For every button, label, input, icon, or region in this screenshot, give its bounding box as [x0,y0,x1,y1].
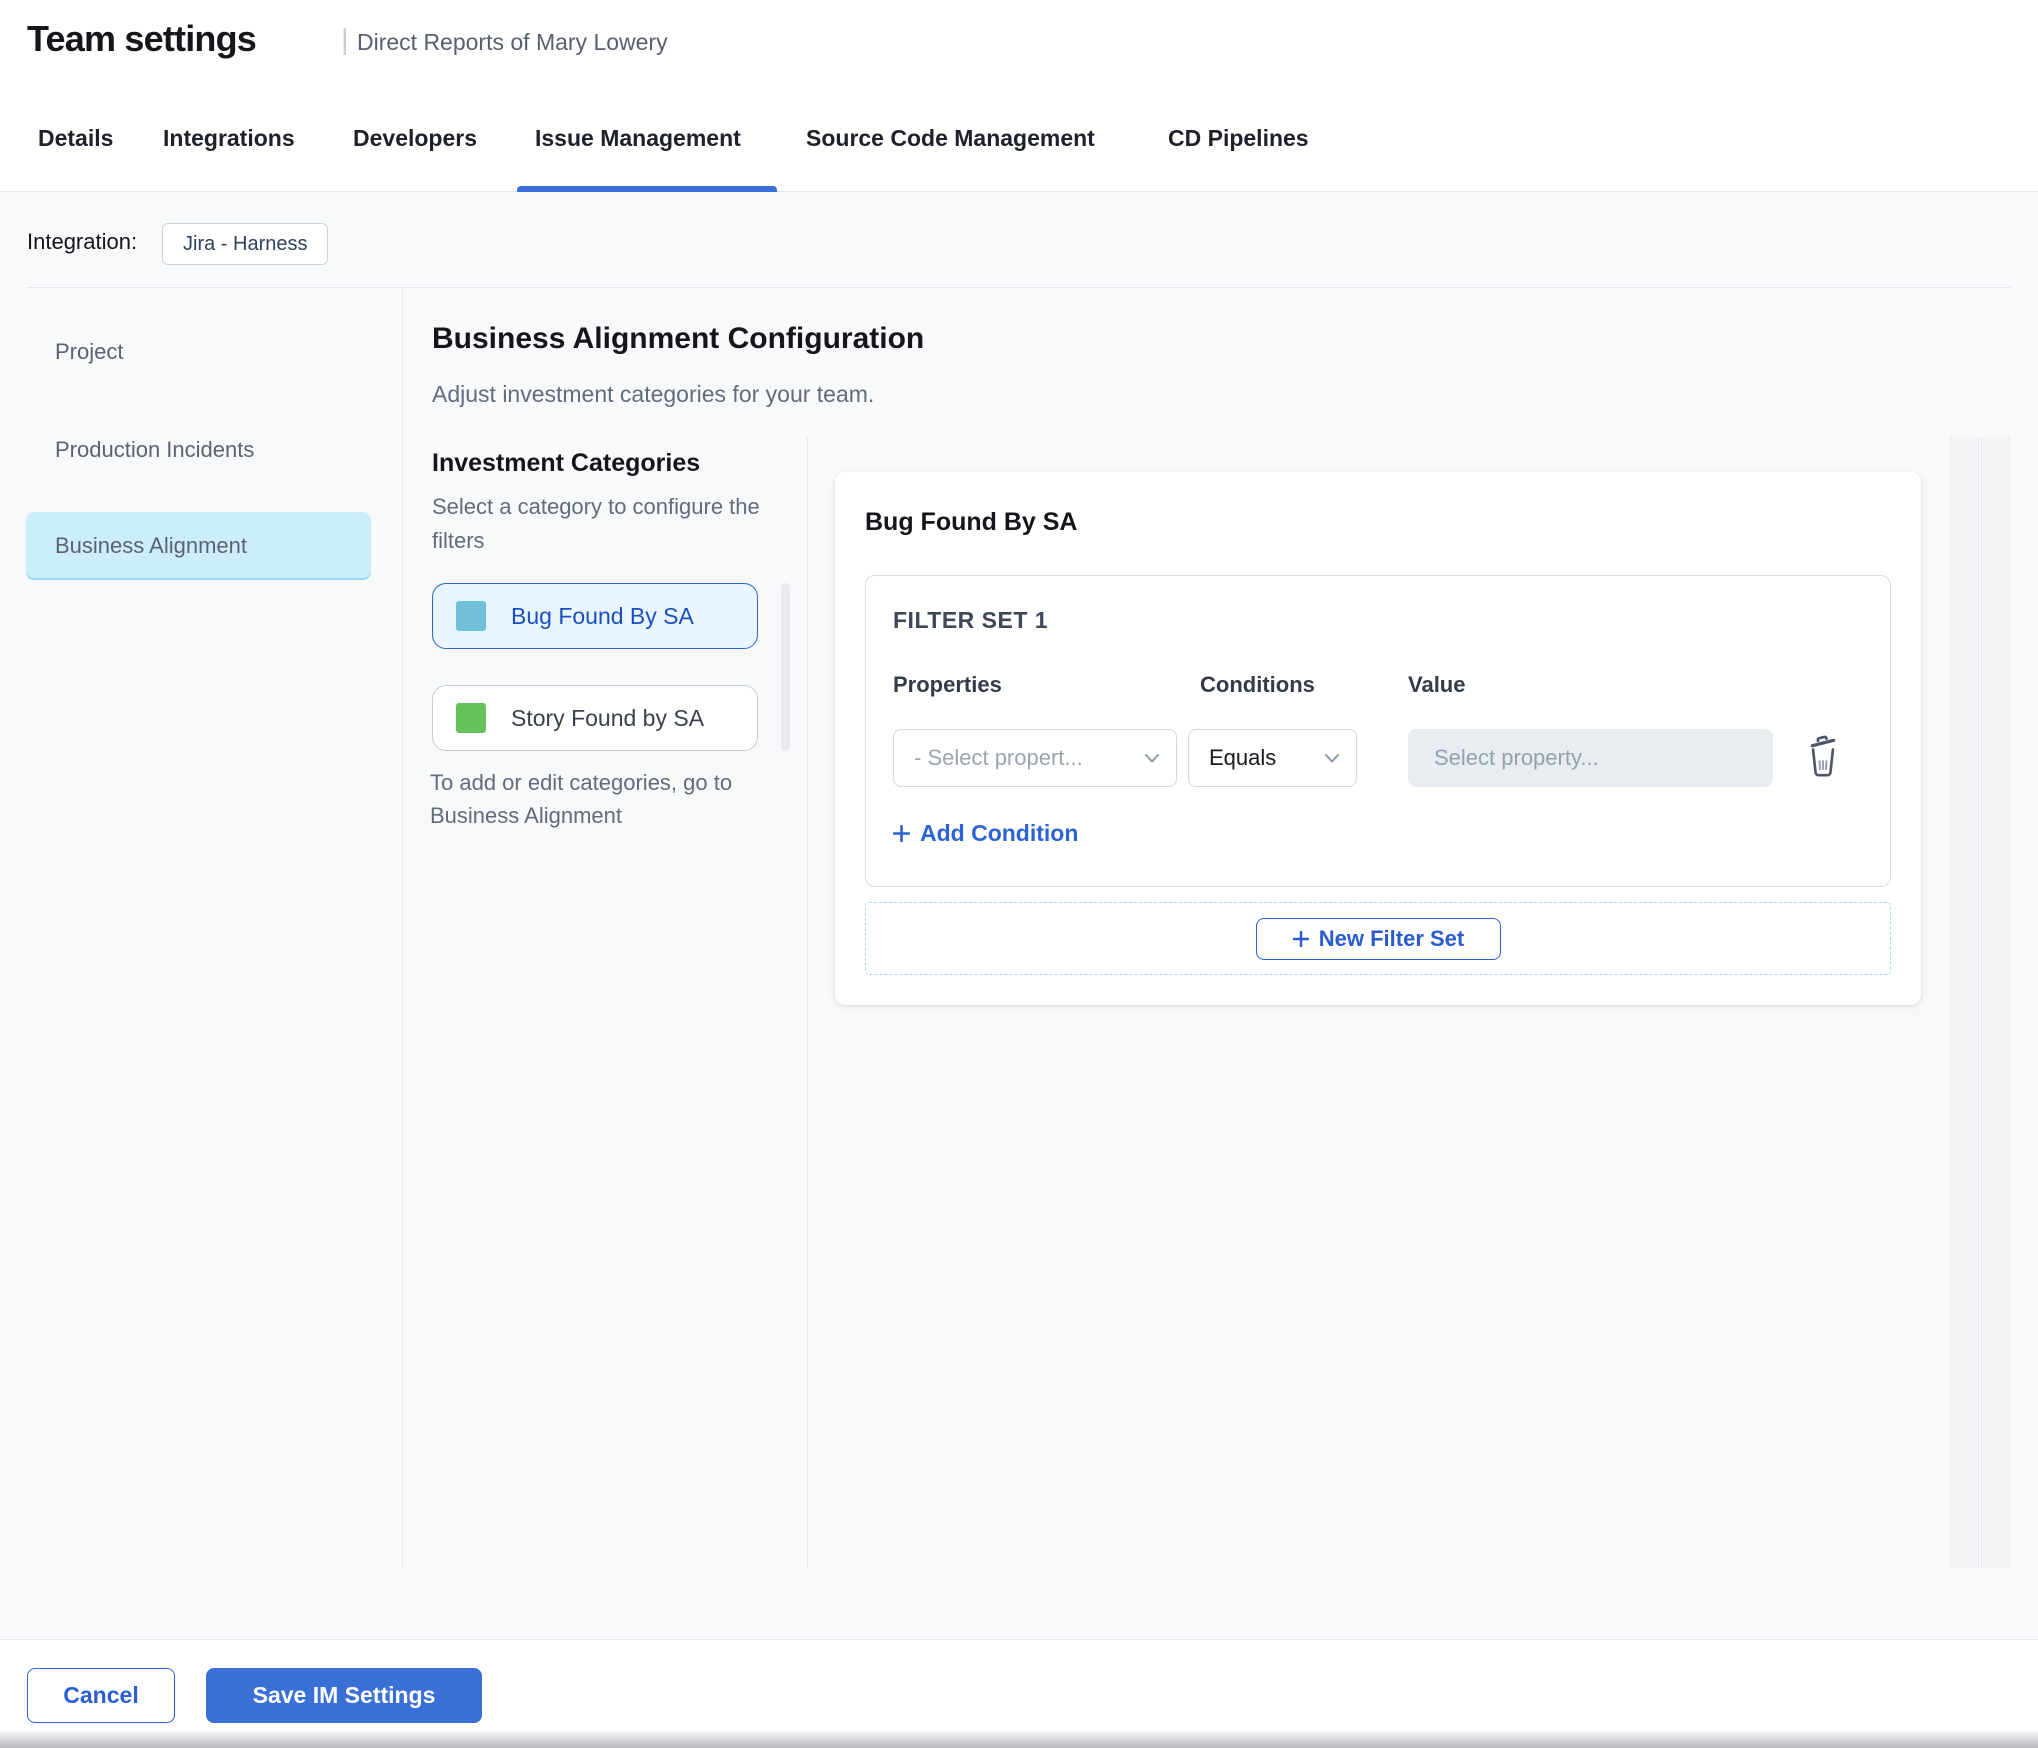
sidebar-item-production-incidents[interactable]: Production Incidents [55,436,254,464]
tab-integrations[interactable]: Integrations [163,85,295,191]
save-im-settings-button[interactable]: Save IM Settings [206,1668,482,1723]
property-select-value: - Select propert... [914,745,1083,770]
tab-details[interactable]: Details [38,85,113,191]
value-input[interactable] [1408,729,1773,787]
categories-note: To add or edit categories, go to Busines… [430,766,790,832]
filter-set-label: FILTER SET 1 [893,607,1049,633]
investment-categories-title: Investment Categories [432,449,701,477]
sidebar-item-business-alignment[interactable]: Business Alignment [55,532,247,560]
category-color-swatch [456,703,486,733]
sidebar-divider [402,287,403,1568]
category-story-found-by-sa[interactable]: Story Found by SA [432,685,758,751]
categories-note-line1: To add or edit categories, go to [430,770,733,795]
cancel-button[interactable]: Cancel [27,1668,175,1723]
chevron-down-icon [1324,753,1340,764]
right-panel-gutter [1981,437,2010,1568]
add-condition-label: Add Condition [920,820,1079,846]
tab-issue-management[interactable]: Issue Management [535,85,741,191]
tab-developers[interactable]: Developers [353,85,477,191]
chevron-down-icon [1144,753,1160,764]
condition-select[interactable]: Equals [1188,729,1357,787]
plus-icon [893,825,910,842]
category-label: Bug Found By SA [511,602,694,629]
tab-source-code-management[interactable]: Source Code Management [806,85,1095,191]
categories-note-line2: Business Alignment [430,803,622,828]
tab-cd-pipelines[interactable]: CD Pipelines [1168,85,1309,191]
integration-label: Integration: [27,229,138,254]
new-filter-set-button[interactable]: New Filter Set [1256,918,1501,960]
column-label-conditions: Conditions [1200,672,1315,697]
column-label-value: Value [1408,672,1466,697]
tab-bar: Details Integrations Developers Issue Ma… [0,85,2038,192]
config-card-title: Bug Found By SA [865,508,1078,536]
section-heading: Business Alignment Configuration [432,322,925,355]
new-filter-set-label: New Filter Set [1318,926,1465,951]
integration-chip[interactable]: Jira - Harness [162,223,329,265]
section-subheading: Adjust investment categories for your te… [432,381,875,407]
right-panel-gutter [1950,437,1979,1568]
integration-row-divider [27,287,2011,288]
plus-icon [1292,931,1309,947]
title-separator: | [341,24,349,56]
page-subtitle: Direct Reports of Mary Lowery [357,29,668,55]
delete-condition-button[interactable] [1804,731,1844,781]
category-list-scrollbar[interactable] [781,583,790,751]
investment-categories-description: Select a category to configure the filte… [432,494,760,553]
page-title: Team settings [27,18,257,59]
category-color-swatch [456,601,486,631]
add-condition-button[interactable]: Add Condition [893,820,1078,847]
bottom-edge-shadow [0,1729,2038,1748]
column-label-properties: Properties [893,672,1002,697]
sidebar-item-project[interactable]: Project [55,338,123,366]
category-bug-found-by-sa[interactable]: Bug Found By SA [432,583,758,649]
property-select[interactable]: - Select propert... [893,729,1177,787]
team-settings-page: Team settings | Direct Reports of Mary L… [0,0,2038,1748]
categories-divider [807,437,808,1568]
trash-icon [1804,733,1844,779]
category-label: Story Found by SA [511,704,705,731]
condition-select-value: Equals [1209,745,1277,770]
